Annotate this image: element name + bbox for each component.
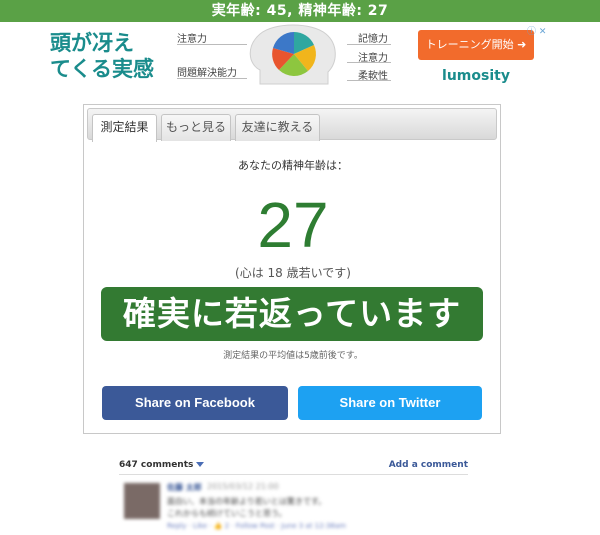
chevron-down-icon <box>196 462 205 467</box>
ad-divider <box>177 44 247 45</box>
tab-see-more[interactable]: もっと見る <box>161 114 231 141</box>
comment-timestamp: 2015/03/12 21:00 <box>207 482 279 491</box>
ad-headline: 頭が冴え てくる実感 <box>50 30 160 82</box>
comment-actions[interactable]: Reply · Like · 👍 2 · Follow Post · June … <box>167 522 346 530</box>
age-result-header: 実年齢: 45, 精神年齢: 27 <box>0 0 600 22</box>
comment-text: 面白い、本当の年齢より若いとは驚きです。 これからも続けていこうと思う。 <box>167 496 326 520</box>
lumosity-ad-banner[interactable]: 頭が冴え てくる実感 注意力 問題解決能力 記憶力 注意力 柔軟性 トレーニング… <box>42 22 552 90</box>
ad-skill-label: 記憶力 <box>358 34 388 45</box>
close-icon[interactable]: ✕ <box>539 27 547 37</box>
younger-note: (心は 18 歳若いです) <box>235 266 351 280</box>
comment-count: 647 comments <box>119 460 194 470</box>
tab-bar: 測定結果 もっと見る 友達に教える <box>87 108 497 142</box>
ad-controls[interactable]: ⓘ ✕ <box>527 24 546 37</box>
average-note: 測定結果の平均値は5歳前後です。 <box>223 351 363 361</box>
brain-head-graphic <box>249 24 336 85</box>
ad-divider <box>177 78 247 79</box>
avatar[interactable] <box>124 483 160 519</box>
result-label: あなたの精神年齢は： <box>238 159 348 172</box>
ad-skill-label: 問題解決能力 <box>177 68 237 79</box>
comment-count-dropdown[interactable]: 647 comments <box>119 460 205 470</box>
share-twitter-button[interactable]: Share on Twitter <box>298 386 482 420</box>
result-panel: 測定結果 もっと見る 友達に教える あなたの精神年齢は： 27 (心は 18 歳… <box>83 104 501 434</box>
tab-tell-friends[interactable]: 友達に教える <box>235 114 320 141</box>
comment-author[interactable]: 佐藤 太郎 <box>167 482 202 493</box>
ad-skill-label: 注意力 <box>358 53 388 64</box>
ad-skill-label: 柔軟性 <box>358 71 388 82</box>
comments-divider <box>119 474 468 475</box>
comment-text-line: 面白い、本当の年齢より若いとは驚きです。 <box>167 497 327 506</box>
lumosity-logo[interactable]: lumosity <box>418 68 534 84</box>
tab-results[interactable]: 測定結果 <box>92 114 157 142</box>
ad-headline-line1: 頭が冴え <box>50 31 134 55</box>
verdict-banner: 確実に若返っています <box>101 287 483 341</box>
share-facebook-button[interactable]: Share on Facebook <box>102 386 288 420</box>
mental-age-value: 27 <box>257 189 329 261</box>
add-comment-link[interactable]: Add a comment <box>389 460 468 470</box>
ad-headline-line2: てくる実感 <box>50 57 154 81</box>
info-icon[interactable]: ⓘ <box>527 27 536 37</box>
comment-text-line: これからも続けていこうと思う。 <box>167 509 287 518</box>
ad-start-training-button[interactable]: トレーニング開始 ➜ <box>418 30 534 60</box>
ad-skill-label: 注意力 <box>177 34 207 45</box>
